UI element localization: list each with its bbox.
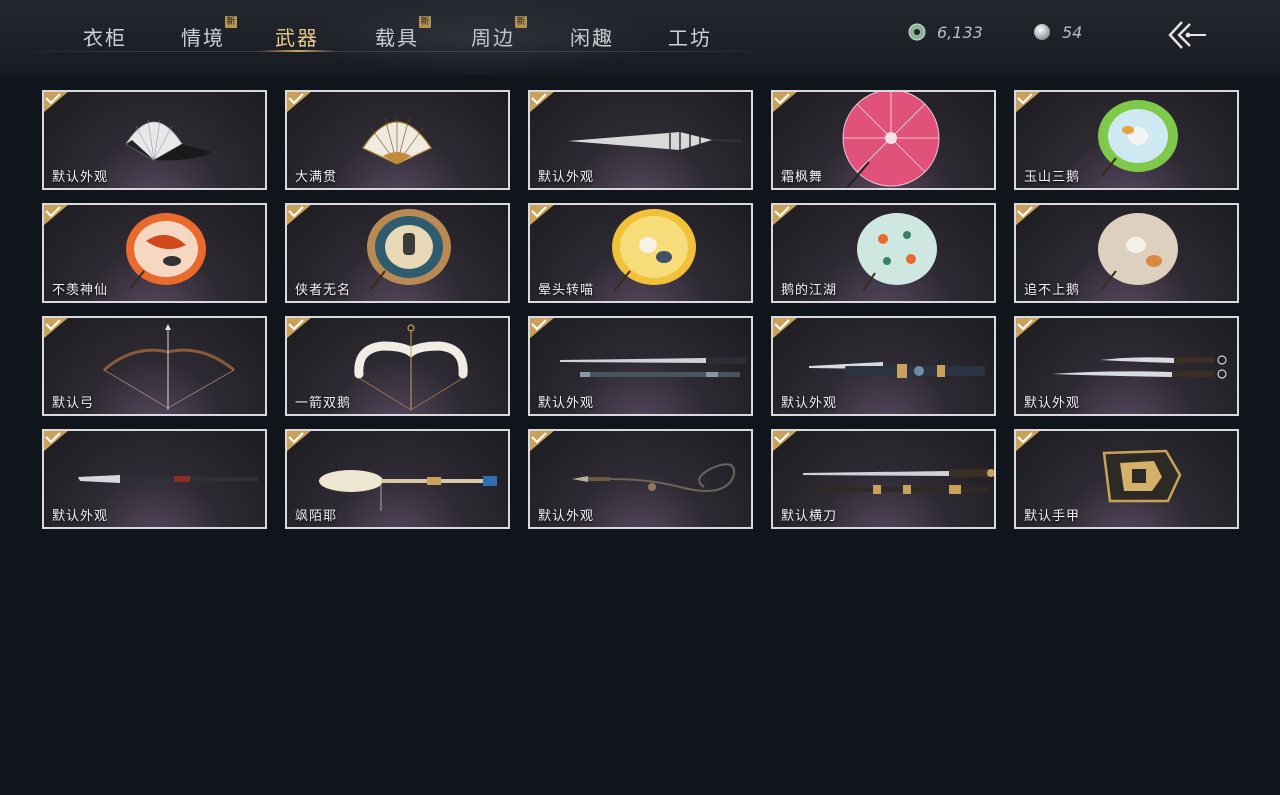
tab-leisure[interactable]: 闲趣 bbox=[570, 22, 614, 52]
tab-weapons[interactable]: 武器 bbox=[275, 22, 319, 52]
owned-check-icon bbox=[530, 92, 554, 113]
item-name: 玉山三鹅 bbox=[1024, 170, 1081, 185]
new-badge: 新 bbox=[225, 16, 237, 28]
item-card[interactable]: 侠者无名 bbox=[285, 203, 510, 303]
tab-divider bbox=[0, 51, 790, 52]
back-button[interactable] bbox=[1166, 18, 1210, 52]
owned-check-icon bbox=[44, 318, 68, 339]
tab-label: 情境 bbox=[181, 26, 225, 50]
owned-check-icon bbox=[287, 318, 311, 339]
item-card[interactable]: 晕头转喵 bbox=[528, 203, 753, 303]
item-name: 霜枫舞 bbox=[781, 170, 824, 185]
item-name: 一箭双鹅 bbox=[295, 396, 352, 411]
item-name: 不羡神仙 bbox=[52, 283, 109, 298]
item-card[interactable]: 霜枫舞 bbox=[771, 90, 996, 190]
tab-wardrobe[interactable]: 衣柜 bbox=[83, 22, 127, 52]
weapon-skin-grid: 默认外观 大满贯 默认外观 霜枫舞 玉山三鹅 不羡神仙 侠者无名 晕头转喵 鹅的… bbox=[42, 90, 1244, 532]
owned-check-icon bbox=[530, 205, 554, 226]
item-card[interactable]: 默认手甲 bbox=[1014, 429, 1239, 529]
category-tabs: 衣柜 情境新 武器 载具新 周边新 闲趣 工坊 bbox=[0, 0, 800, 75]
owned-check-icon bbox=[44, 92, 68, 113]
item-name: 默认外观 bbox=[538, 170, 595, 185]
item-card[interactable]: 默认外观 bbox=[771, 316, 996, 416]
owned-check-icon bbox=[1016, 431, 1040, 452]
item-name: 默认横刀 bbox=[781, 509, 838, 524]
pearl-currency: 54 bbox=[1032, 20, 1082, 44]
item-name: 默认外观 bbox=[52, 170, 109, 185]
item-card[interactable]: 大满贯 bbox=[285, 90, 510, 190]
item-name: 大满贯 bbox=[295, 170, 338, 185]
item-name: 晕头转喵 bbox=[538, 283, 595, 298]
item-name: 默认外观 bbox=[538, 509, 595, 524]
item-card[interactable]: 追不上鹅 bbox=[1014, 203, 1239, 303]
owned-check-icon bbox=[287, 205, 311, 226]
new-badge: 新 bbox=[419, 16, 431, 28]
new-badge: 新 bbox=[515, 16, 527, 28]
item-card[interactable]: 默认外观 bbox=[528, 90, 753, 190]
owned-check-icon bbox=[287, 431, 311, 452]
owned-check-icon bbox=[530, 318, 554, 339]
item-name: 鹅的江湖 bbox=[781, 283, 838, 298]
tab-label: 衣柜 bbox=[83, 26, 127, 50]
item-card[interactable]: 玉山三鹅 bbox=[1014, 90, 1239, 190]
item-card[interactable]: 不羡神仙 bbox=[42, 203, 267, 303]
tab-vehicles[interactable]: 载具新 bbox=[375, 16, 431, 52]
item-name: 飒陌耶 bbox=[295, 509, 338, 524]
tab-label: 周边 bbox=[471, 26, 515, 50]
tab-label: 武器 bbox=[275, 26, 319, 50]
tab-workshop[interactable]: 工坊 bbox=[668, 22, 712, 52]
back-arrow-icon bbox=[1168, 21, 1206, 49]
owned-check-icon bbox=[44, 205, 68, 226]
owned-check-icon bbox=[773, 205, 797, 226]
item-name: 默认外观 bbox=[538, 396, 595, 411]
item-name: 默认弓 bbox=[52, 396, 95, 411]
item-card[interactable]: 默认横刀 bbox=[771, 429, 996, 529]
pearl-icon bbox=[1034, 24, 1050, 40]
item-name: 默认外观 bbox=[52, 509, 109, 524]
owned-check-icon bbox=[1016, 92, 1040, 113]
item-card[interactable]: 飒陌耶 bbox=[285, 429, 510, 529]
item-card[interactable]: 鹅的江湖 bbox=[771, 203, 996, 303]
tab-scene[interactable]: 情境新 bbox=[181, 16, 237, 52]
tab-label: 闲趣 bbox=[570, 26, 614, 50]
item-card[interactable]: 一箭双鹅 bbox=[285, 316, 510, 416]
owned-check-icon bbox=[1016, 205, 1040, 226]
pearl-amount: 54 bbox=[1062, 22, 1083, 42]
item-name: 默认外观 bbox=[781, 396, 838, 411]
jade-currency: 6,133 bbox=[907, 20, 983, 44]
owned-check-icon bbox=[44, 431, 68, 452]
item-name: 默认手甲 bbox=[1024, 509, 1081, 524]
item-card[interactable]: 默认外观 bbox=[1014, 316, 1239, 416]
tab-label: 载具 bbox=[375, 26, 419, 50]
owned-check-icon bbox=[773, 318, 797, 339]
item-card[interactable]: 默认外观 bbox=[528, 429, 753, 529]
item-card[interactable]: 默认外观 bbox=[42, 90, 267, 190]
item-name: 默认外观 bbox=[1024, 396, 1081, 411]
item-card[interactable]: 默认弓 bbox=[42, 316, 267, 416]
item-card[interactable]: 默认外观 bbox=[42, 429, 267, 529]
owned-check-icon bbox=[1016, 318, 1040, 339]
top-bar: 衣柜 情境新 武器 载具新 周边新 闲趣 工坊 6,133 54 bbox=[0, 0, 1280, 75]
tab-surroundings[interactable]: 周边新 bbox=[471, 16, 527, 52]
tab-label: 工坊 bbox=[668, 26, 712, 50]
jade-amount: 6,133 bbox=[937, 22, 983, 42]
owned-check-icon bbox=[530, 431, 554, 452]
item-card[interactable]: 默认外观 bbox=[528, 316, 753, 416]
owned-check-icon bbox=[773, 92, 797, 113]
item-name: 侠者无名 bbox=[295, 283, 352, 298]
owned-check-icon bbox=[287, 92, 311, 113]
active-tab-indicator bbox=[260, 50, 336, 52]
owned-check-icon bbox=[773, 431, 797, 452]
jade-coin-icon bbox=[908, 23, 926, 41]
item-name: 追不上鹅 bbox=[1024, 283, 1081, 298]
